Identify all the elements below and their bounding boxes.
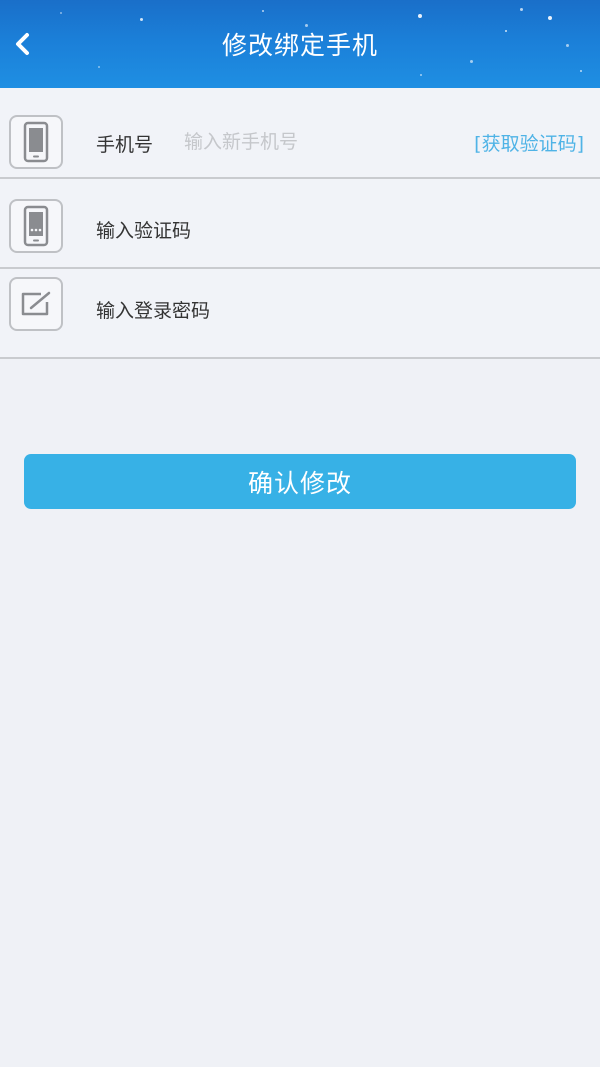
edit-pen-icon [9, 277, 63, 331]
get-code-link[interactable]: [获取验证码] [474, 129, 584, 156]
chevron-left-icon [12, 32, 32, 60]
verification-code-row[interactable]: 输入验证码 [0, 179, 600, 269]
password-label: 输入登录密码 [96, 300, 211, 322]
header-bar: 修改绑定手机 [0, 0, 600, 88]
password-row[interactable]: 输入登录密码 [0, 269, 600, 359]
verification-code-label: 输入验证码 [96, 220, 192, 242]
phone-label: 手机号 [96, 134, 154, 156]
form-area: 手机号 [获取验证码] 输入验证码 输入登录密码 [0, 88, 600, 359]
phone-message-icon [9, 199, 63, 253]
smartphone-icon [9, 115, 63, 169]
page-title: 修改绑定手机 [221, 31, 378, 60]
back-button[interactable] [4, 28, 40, 64]
phone-row: 手机号 [获取验证码] [0, 88, 600, 179]
confirm-change-button[interactable]: 确认修改 [24, 454, 576, 509]
new-phone-input[interactable] [184, 128, 444, 156]
